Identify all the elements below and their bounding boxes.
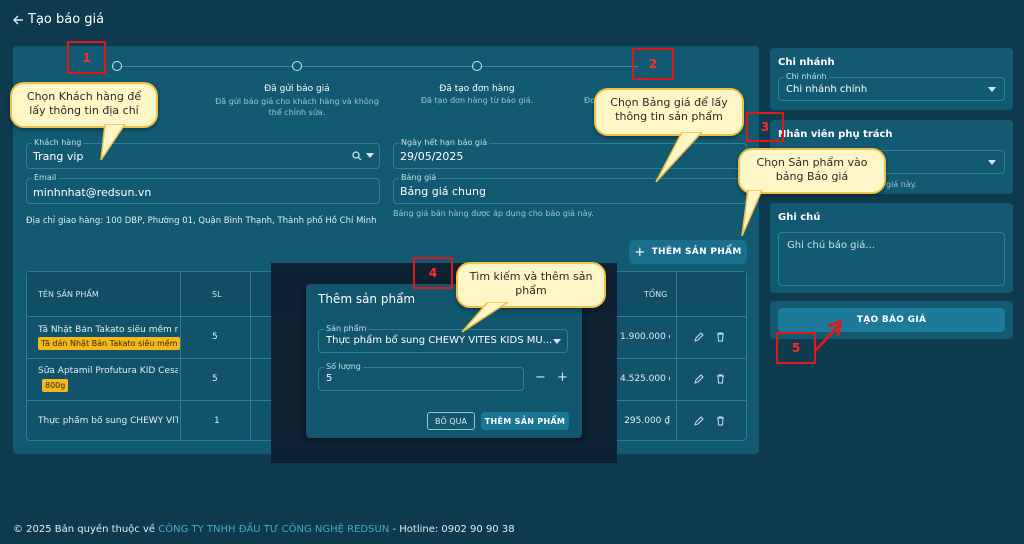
th-qty: SL [212,290,222,299]
step-dot-3 [472,61,482,71]
callout-pointer [655,132,704,183]
step-dot-1 [112,61,122,71]
chevron-down-icon[interactable] [988,160,996,166]
qty-increment-button[interactable]: + [557,370,568,385]
edit-icon[interactable] [694,374,704,384]
pricelist-label: Bảng giá [399,173,439,182]
back-button[interactable] [12,12,26,28]
expiry-label: Ngày hết hạn báo giá [399,138,490,147]
marker-5: 5 [776,332,816,364]
expiry-value: 29/05/2025 [400,150,464,163]
branch-title: Chi nhánh [778,57,835,68]
pricelist-hint: Bảng giá bán hàng được áp dụng cho báo g… [393,209,594,218]
modal-cancel-button[interactable]: BỎ QUA [427,412,475,430]
footer-hotline: - Hotline: 0902 90 90 38 [392,524,515,535]
marker-1: 1 [67,41,106,74]
qty-decrement-button[interactable]: − [535,370,546,385]
delete-icon[interactable] [716,374,725,384]
branch-value: Chi nhánh chính [786,84,868,95]
row1-qty: 5 [212,332,218,342]
footer: © 2025 Bản quyền thuộc về CÔNG TY TNHH Đ… [13,524,515,535]
add-product-label: THÊM SẢN PHẨM [651,247,742,257]
footer-copyright: © 2025 Bản quyền thuộc về [13,524,156,535]
callout-add-product: Chọn Sản phẩm vào bảng Báo giá [738,148,886,194]
staff-hint: giá này. [886,180,917,189]
row2-total: 4.525.000 ₫ [620,374,670,384]
shipping-address: Địa chỉ giao hàng: 100 DBP, Phường 01, Q… [26,216,377,226]
add-product-button[interactable]: + THÊM SẢN PHẨM [629,240,747,264]
modal-title: Thêm sản phẩm [318,292,416,306]
staff-title: Nhân viên phụ trách [778,129,893,140]
marker-3: 3 [746,112,784,142]
step-desc-2: Đã tạo đơn hàng từ báo giá. [420,96,534,105]
row1-total: 1.900.000 ₫ [620,332,670,342]
pricelist-value: Bảng giá chung [400,185,486,198]
modal-product-label: Sản phẩm [324,324,369,333]
col-divider [180,272,181,440]
step-title-1: Đã gửi báo giá [264,84,330,94]
marker-2: 2 [632,48,674,80]
plus-icon: + [634,244,646,260]
chevron-down-icon[interactable] [553,339,561,345]
notes-placeholder: Ghi chú báo giá... [787,240,875,251]
row2-tag: 800g [42,379,69,392]
arrow-icon [814,320,842,352]
row1-name: Tã Nhật Bản Takato siêu mềm mại [38,325,178,335]
stepper-line [118,66,638,67]
step-dot-2 [292,61,302,71]
edit-icon[interactable] [694,332,704,342]
col-divider [250,272,251,440]
row2-qty: 5 [212,374,218,384]
notes-title: Ghi chú [778,212,821,223]
th-total: TỔNG [644,290,668,299]
modal-product-value: Thực phẩm bổ sung CHEWY VITES KIDS MU... [326,335,553,346]
customer-label: Khách hàng [32,138,84,147]
modal-confirm-button[interactable]: THÊM SẢN PHẨM [481,412,569,430]
row3-qty: 1 [214,416,220,426]
callout-pointer [461,302,510,333]
arrow-left-icon [13,15,23,25]
modal-qty-label: Số lượng [324,362,363,371]
page-title: Tạo báo giá [28,12,105,27]
branch-label: Chi nhánh [784,72,829,81]
row2-name: Sữa Aptamil Profutura KID Cesarb [38,366,178,376]
callout-pointer [741,190,763,237]
chevron-down-icon[interactable] [366,153,374,159]
col-divider [676,272,677,440]
create-quote-button[interactable]: TẠO BÁO GIÁ [778,308,1005,332]
marker-4: 4 [413,257,453,289]
customer-value: Trang vip [33,150,84,163]
row3-name: Thực phẩm bổ sung CHEWY VITE [38,416,178,426]
step-desc-1: Đã gửi báo giá cho khách hàng và không t… [215,97,379,117]
chevron-down-icon[interactable] [988,87,996,93]
email-value: minhnhat@redsun.vn [33,186,152,199]
th-name: TÊN SẢN PHẨM [38,290,99,299]
step-title-2: Đã tạo đơn hàng [439,84,515,94]
search-icon[interactable] [352,151,362,161]
delete-icon[interactable] [716,332,725,342]
row3-total: 295.000 ₫ [624,416,670,426]
email-label: Email [32,173,59,182]
row1-tag: Tã dán Nhật Bản Takato siêu mềm m [38,337,180,350]
delete-icon[interactable] [716,416,725,426]
footer-company-link[interactable]: CÔNG TY TNHH ĐẦU TƯ CÔNG NGHỆ REDSUN [158,524,389,535]
modal-qty-value: 5 [326,373,333,384]
callout-customer: Chọn Khách hàng để lấy thông tin địa chỉ [10,82,158,128]
callout-pricelist: Chọn Bảng giá để lấy thông tin sản phẩm [594,88,744,136]
callout-pointer [100,124,126,161]
edit-icon[interactable] [694,416,704,426]
